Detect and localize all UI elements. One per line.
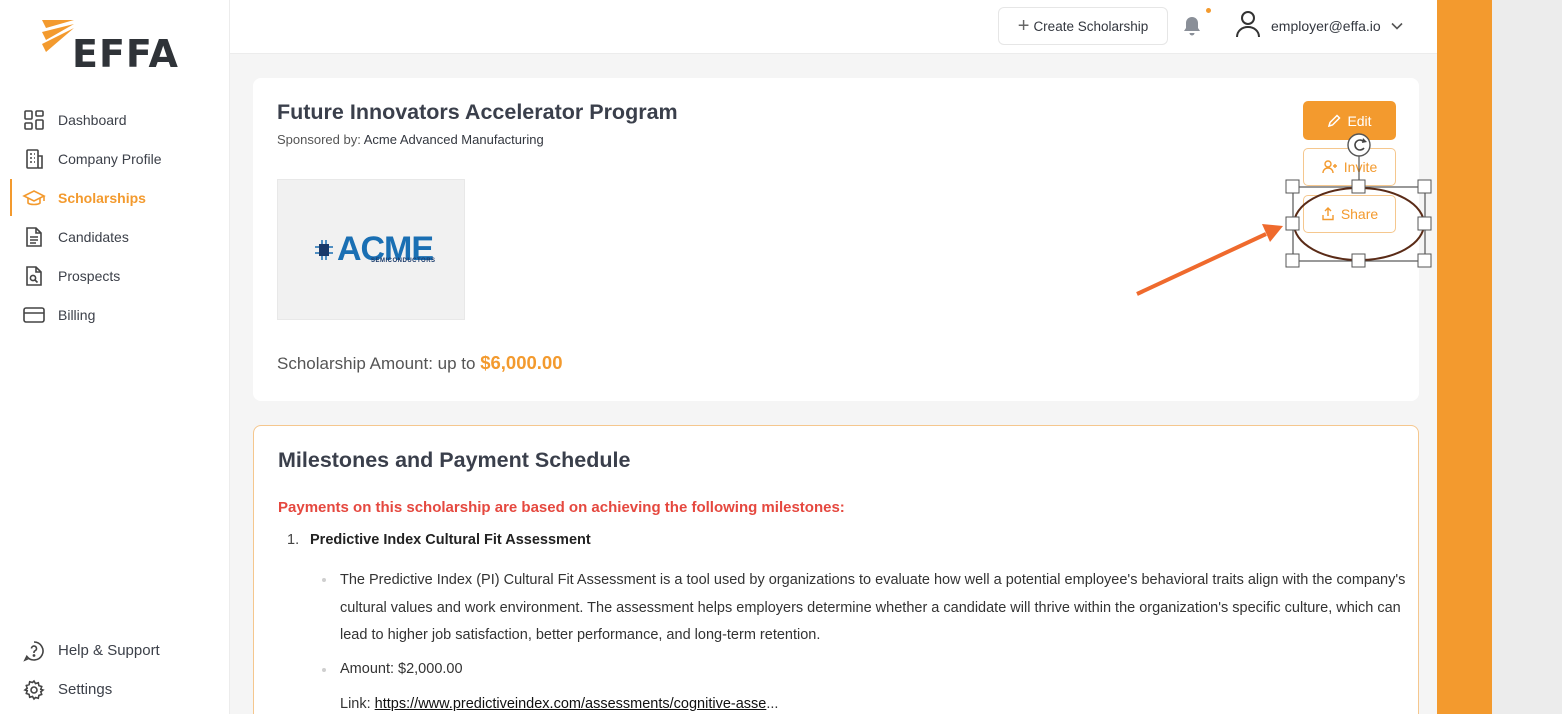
milestone-link-line: Link: https://www.predictiveindex.com/as… — [340, 696, 778, 712]
plus-icon: + — [1017, 15, 1030, 37]
invite-label: Invite — [1343, 159, 1378, 175]
sidebar: EFFA Dashboard Company Profile Scholarsh… — [0, 0, 230, 714]
milestone-description: The Predictive Index (PI) Cultural Fit A… — [340, 572, 1406, 643]
building-icon — [22, 147, 46, 171]
sidebar-bottom: Help & Support Settings — [0, 631, 229, 709]
graduation-cap-icon — [22, 186, 46, 210]
link-prefix: Link: — [340, 696, 371, 712]
sidebar-item-label: Dashboard — [58, 111, 127, 128]
sidebar-item-label: Settings — [58, 681, 113, 698]
sidebar-item-label: Help & Support — [58, 642, 160, 659]
sidebar-item-settings[interactable]: Settings — [0, 670, 229, 709]
sidebar-item-billing[interactable]: Billing — [0, 295, 229, 334]
milestones-title: Milestones and Payment Schedule — [278, 448, 631, 472]
chip-icon — [314, 239, 333, 260]
search-document-icon — [22, 264, 46, 288]
link-ellipsis: ... — [766, 696, 779, 712]
edit-button[interactable]: Edit — [1303, 101, 1396, 140]
orange-side-strip — [1437, 0, 1492, 714]
milestone-number: 1. — [287, 532, 300, 548]
milestone-name: Predictive Index Cultural Fit Assessment — [310, 532, 591, 548]
sidebar-item-scholarships[interactable]: Scholarships — [0, 178, 229, 217]
effa-logo[interactable]: EFFA — [40, 18, 190, 76]
scholarship-title: Future Innovators Accelerator Program — [277, 100, 678, 124]
sidebar-item-label: Billing — [58, 306, 96, 323]
scholarship-amount: Scholarship Amount: up to $6,000.00 — [277, 352, 563, 374]
sidebar-nav: Dashboard Company Profile Scholarships C… — [0, 100, 229, 334]
pencil-icon — [1328, 113, 1341, 127]
sidebar-item-label: Candidates — [58, 228, 129, 245]
help-icon — [22, 639, 46, 663]
sidebar-item-dashboard[interactable]: Dashboard — [0, 100, 229, 139]
share-button[interactable]: Share — [1303, 195, 1396, 233]
topbar: + Create Scholarship employer@effa.io — [230, 0, 1437, 54]
right-margin — [1492, 0, 1562, 714]
share-label: Share — [1340, 206, 1379, 222]
sponsor-logo-subtitle: SEMICONDUCTORS — [371, 258, 436, 264]
notification-bell-icon[interactable] — [1182, 15, 1202, 37]
sidebar-item-label: Scholarships — [58, 189, 146, 206]
sidebar-item-candidates[interactable]: Candidates — [0, 217, 229, 256]
dashboard-icon — [22, 108, 46, 132]
user-avatar-icon — [1235, 10, 1261, 43]
bullet-icon — [322, 578, 326, 582]
user-menu[interactable]: employer@effa.io — [1235, 10, 1403, 43]
sidebar-item-company-profile[interactable]: Company Profile — [0, 139, 229, 178]
milestone-amount: Amount: $2,000.00 — [340, 661, 463, 677]
notification-dot — [1206, 8, 1211, 13]
sidebar-item-help-support[interactable]: Help & Support — [0, 631, 229, 670]
sidebar-item-label: Company Profile — [58, 150, 162, 167]
invite-button[interactable]: Invite — [1303, 148, 1396, 186]
milestones-card: Milestones and Payment Schedule Payments… — [253, 425, 1419, 714]
sidebar-item-prospects[interactable]: Prospects — [0, 256, 229, 295]
edit-label: Edit — [1347, 112, 1372, 129]
milestone-link[interactable]: https://www.predictiveindex.com/assessme… — [375, 696, 767, 712]
bullet-icon — [322, 668, 326, 672]
add-user-icon — [1322, 160, 1337, 174]
gear-icon — [22, 678, 46, 702]
create-scholarship-label: Create Scholarship — [1033, 18, 1149, 34]
create-scholarship-button[interactable]: + Create Scholarship — [998, 7, 1168, 45]
scholarship-card: Future Innovators Accelerator Program Sp… — [253, 78, 1419, 401]
sponsor-logo: ACME SEMICONDUCTORS — [277, 179, 465, 320]
credit-card-icon — [22, 303, 46, 327]
amount-value: $6,000.00 — [480, 352, 563, 373]
sidebar-item-label: Prospects — [58, 267, 121, 284]
sponsor-name: Acme Advanced Manufacturing — [363, 132, 544, 147]
share-icon — [1322, 207, 1334, 221]
document-icon — [22, 225, 46, 249]
user-email: employer@effa.io — [1271, 18, 1381, 34]
amount-prefix: Scholarship Amount: up to — [277, 354, 476, 373]
sponsor-line: Sponsored by: Acme Advanced Manufacturin… — [277, 132, 544, 147]
milestones-note: Payments on this scholarship are based o… — [278, 499, 845, 516]
chevron-down-icon — [1391, 17, 1403, 35]
sponsor-prefix: Sponsored by: — [277, 132, 361, 147]
logo-text: EFFA — [72, 32, 179, 76]
